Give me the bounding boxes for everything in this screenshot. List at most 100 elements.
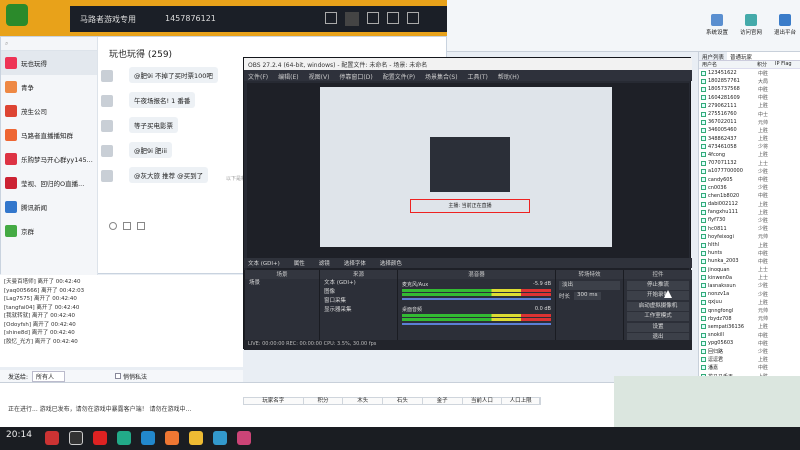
obs-menu-item[interactable]: 停靠窗口(D) <box>339 74 372 81</box>
conversation-item[interactable]: 莹视、回归的O直播... <box>1 171 97 195</box>
control-button[interactable]: 工作室模式 <box>627 312 689 321</box>
obs-menu-item[interactable]: 文件(F) <box>248 74 268 81</box>
user-row[interactable]: sempati36136 上胜 <box>699 323 800 331</box>
source-item[interactable]: 窗口采集 <box>320 297 397 306</box>
selected-text-source[interactable]: 主播: 当前正在直播 <box>410 199 530 213</box>
user-row[interactable]: hunts 中胜 <box>699 249 800 257</box>
control-button[interactable]: 启动虚拟摄像机 <box>627 301 689 311</box>
conversation-item[interactable]: 茂生公司 <box>1 99 97 123</box>
source-item[interactable]: 图像 <box>320 288 397 297</box>
user-row[interactable]: 707071132 上士 <box>699 159 800 167</box>
user-row[interactable]: 4fcong 上胜 <box>699 151 800 159</box>
search-box[interactable]: ⌕ <box>1 37 97 51</box>
send-target-select[interactable]: 所有人 <box>32 370 66 382</box>
conversation-item[interactable]: 腾讯新闻 <box>1 195 97 219</box>
table-column-header[interactable]: 木头 <box>343 398 384 404</box>
chrome-icon[interactable] <box>45 431 59 445</box>
user-row[interactable]: kinwen0a 上士 <box>699 274 800 282</box>
conversation-item[interactable]: 乐购梦马开心群yy145... <box>1 147 97 171</box>
obs-menu-item[interactable]: 编辑(E) <box>278 74 298 81</box>
gamepad-icon[interactable] <box>367 12 379 24</box>
user-row[interactable]: 1802857761 大局 <box>699 77 800 85</box>
obs-menu-item[interactable]: 工具(T) <box>468 74 488 81</box>
source-toolbar-item[interactable]: 选择字体 <box>344 259 366 267</box>
user-row[interactable]: chen1b8020 中胜 <box>699 192 800 200</box>
user-row[interactable]: 348862437 上胜 <box>699 135 800 143</box>
user-row[interactable]: 279062111 上胜 <box>699 102 800 110</box>
user-row[interactable]: hlthl 上胜 <box>699 241 800 249</box>
user-row[interactable]: candy605 中胜 <box>699 175 800 183</box>
user-row[interactable]: fangxhu111 上胜 <box>699 208 800 216</box>
user-row[interactable]: flyf730 少胜 <box>699 216 800 224</box>
system-settings-button[interactable]: 系统设置 <box>700 14 734 36</box>
source-toolbar-item[interactable]: 选择颜色 <box>380 259 402 267</box>
home-nav-icon[interactable] <box>345 12 359 26</box>
source-item[interactable]: 显示器采集 <box>320 306 397 315</box>
tab-user-list[interactable]: 用户列表 <box>699 52 728 61</box>
user-row[interactable]: hoyfeixogi 元帅 <box>699 233 800 241</box>
conversation-item[interactable]: 马路者直播播知群 <box>1 123 97 147</box>
obs-menu-item[interactable]: 场景集合(S) <box>425 74 458 81</box>
user-row[interactable]: nonzv1a 少胜 <box>699 290 800 298</box>
table-column-header[interactable]: 当前人口 <box>463 398 503 404</box>
user-row[interactable]: 回归路 少胜 <box>699 347 800 355</box>
control-button[interactable]: 开始录制 <box>627 291 689 300</box>
user-row[interactable]: dabi002112 上胜 <box>699 200 800 208</box>
table-column-header[interactable]: 玩家名字 <box>244 398 304 404</box>
visit-site-button[interactable]: 访问官网 <box>734 14 768 36</box>
user-row[interactable]: 逗逗君 上胜 <box>699 356 800 364</box>
user-row[interactable]: 367022011 元帅 <box>699 118 800 126</box>
scene-item[interactable]: 场景 <box>245 279 319 288</box>
user-row[interactable]: 潘嘉 中胜 <box>699 364 800 372</box>
user-row[interactable]: 346005460 上胜 <box>699 126 800 134</box>
user-row[interactable]: jinoquan 上士 <box>699 266 800 274</box>
user-row[interactable]: snokill 中胜 <box>699 331 800 339</box>
obs-menu-item[interactable]: 帮助(H) <box>498 74 519 81</box>
app3-icon[interactable] <box>237 431 251 445</box>
table-column-header[interactable]: 积分 <box>304 398 344 404</box>
tab-players[interactable]: 普通玩家 <box>727 52 755 61</box>
duration-input[interactable]: 300 ms <box>574 292 601 300</box>
music-icon[interactable] <box>165 431 179 445</box>
home-icon[interactable] <box>6 4 28 26</box>
app-icon[interactable] <box>93 431 107 445</box>
exit-platform-button[interactable]: 退出平台 <box>768 14 800 36</box>
user-row[interactable]: 123451622 中胜 <box>699 69 800 77</box>
user-row[interactable]: ypg05603 中胜 <box>699 339 800 347</box>
conversation-item[interactable]: 青争 <box>1 75 97 99</box>
user-row[interactable]: 1805737568 中胜 <box>699 85 800 93</box>
user-row[interactable]: lasnakssun 少胜 <box>699 282 800 290</box>
transition-select[interactable]: 淡出 <box>559 280 620 290</box>
conversation-item[interactable]: 玩也玩得 <box>1 51 97 75</box>
user-row[interactable]: qnngfongl 元帅 <box>699 306 800 314</box>
record-icon[interactable] <box>69 431 83 445</box>
book-icon[interactable] <box>407 12 419 24</box>
user-row[interactable]: a1077700000 少胜 <box>699 167 800 175</box>
table-column-header[interactable]: 人口上限 <box>502 398 541 404</box>
table-column-header[interactable]: 金子 <box>423 398 463 404</box>
obs-menu-item[interactable]: 配置文件(P) <box>383 74 415 81</box>
column-username[interactable]: 用户名 <box>699 61 757 68</box>
shopping-bag-icon[interactable] <box>387 12 399 24</box>
scissors-icon[interactable] <box>137 222 145 230</box>
user-row[interactable]: 1604281609 中胜 <box>699 94 800 102</box>
wechat-icon[interactable] <box>117 431 131 445</box>
table-column-header[interactable]: 石头 <box>383 398 423 404</box>
column-score[interactable]: 积分 <box>757 61 775 68</box>
user-row[interactable]: rbydz708 元帅 <box>699 315 800 323</box>
app2-icon[interactable] <box>213 431 227 445</box>
column-ip-flag[interactable]: IP Flag <box>775 61 792 68</box>
user-row[interactable]: hunka_2003 中胜 <box>699 257 800 265</box>
user-row[interactable]: hc0811 少胜 <box>699 225 800 233</box>
control-button[interactable]: 停止推流 <box>627 280 689 290</box>
source-toolbar-item[interactable]: 滤镜 <box>319 259 330 267</box>
user-row[interactable]: 473461058 少将 <box>699 143 800 151</box>
control-button[interactable]: 设置 <box>627 322 689 332</box>
user-row[interactable]: qxjuu 上胜 <box>699 298 800 306</box>
user-row[interactable]: cn0036 少胜 <box>699 184 800 192</box>
obs-menu-item[interactable]: 视图(V) <box>309 74 330 81</box>
explorer-icon[interactable] <box>189 431 203 445</box>
emoji-icon[interactable] <box>109 222 117 230</box>
qq-icon[interactable] <box>141 431 155 445</box>
source-toolbar-item[interactable]: 属性 <box>294 259 305 267</box>
